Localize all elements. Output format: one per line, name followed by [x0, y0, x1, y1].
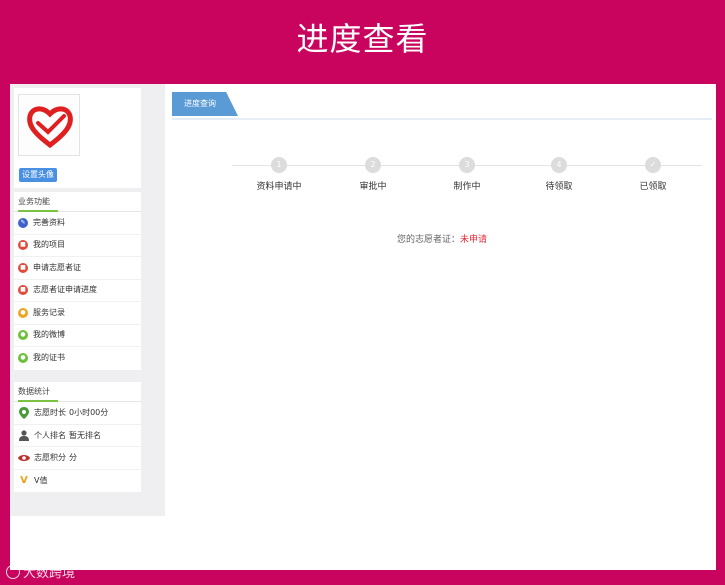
watermark-logo-icon — [6, 564, 20, 579]
status-value: 未申请 — [460, 235, 488, 245]
menu-item-label: 志愿者证申请进度 — [33, 285, 97, 295]
avatar — [18, 94, 80, 156]
stat-volunteer-hours: 志愿时长 0小时00分 — [14, 402, 141, 425]
progress-icon: ■ — [18, 285, 28, 296]
step-circle: 1 — [271, 157, 287, 173]
certificate-status: 您的志愿者证：未申请 — [172, 232, 712, 245]
step-circle: ✓ — [645, 157, 661, 173]
volunteer-heart-logo-icon — [27, 106, 73, 149]
step-3: 3 制作中 — [432, 156, 502, 192]
stat-value: 暂无排名 — [69, 430, 101, 440]
stat-value: 0小时00分 — [69, 408, 109, 418]
menu-item-apply-progress[interactable]: ■ 志愿者证申请进度 — [14, 280, 141, 302]
step-1: 1 资料申请中 — [244, 156, 314, 192]
step-5: ✓ 已领取 — [618, 156, 688, 192]
record-icon: ● — [18, 307, 28, 318]
stat-label: V值 — [34, 476, 48, 486]
status-label: 您的志愿者证： — [396, 235, 460, 245]
project-icon: ■ — [18, 240, 28, 251]
progress-steps: 1 资料申请中 2 审批中 3 制作中 4 待领取 ✓ 已领取 — [232, 156, 702, 196]
sidebar: 设置头像 业务功能 ✎ 完善资料 ■ 我的项目 ■ 申请志愿者证 ■ 志愿者证申… — [10, 84, 165, 516]
set-avatar-button[interactable]: 设置头像 — [19, 168, 57, 182]
menu-item-label: 我的微博 — [33, 330, 65, 340]
watermark-text: 大数跨境 — [23, 566, 76, 581]
step-label: 资料申请中 — [256, 182, 302, 192]
stat-v-value: V V值 — [14, 470, 141, 493]
business-panel-title: 业务功能 — [14, 192, 141, 212]
menu-item-profile[interactable]: ✎ 完善资料 — [14, 212, 141, 235]
stat-points: 志愿积分 分 — [14, 447, 141, 470]
content-frame: 设置头像 业务功能 ✎ 完善资料 ■ 我的项目 ■ 申请志愿者证 ■ 志愿者证申… — [10, 84, 716, 570]
step-circle: 3 — [459, 157, 475, 173]
step-label: 审批中 — [359, 182, 387, 192]
stat-label: 志愿积分 — [34, 453, 66, 463]
step-circle: 2 — [365, 157, 381, 173]
stat-label: 志愿时长 — [34, 408, 66, 418]
page-title: 进度查看 — [296, 20, 429, 58]
watermark: 大数跨境 — [6, 562, 75, 581]
menu-item-certificates[interactable]: ● 我的证书 — [14, 347, 141, 370]
menu-item-projects[interactable]: ■ 我的项目 — [14, 235, 141, 257]
main-content: 进度查询 1 资料申请中 2 审批中 3 制作中 4 待领取 ✓ 已领取 您的志… — [172, 84, 716, 570]
tab-progress-query[interactable]: 进度查询 — [172, 92, 238, 116]
menu-item-label: 服务记录 — [33, 307, 65, 317]
menu-item-label: 完善资料 — [33, 217, 65, 227]
stats-panel: 数据统计 志愿时长 0小时00分 个人排名 暂无排名 志愿积分 分 V V值 — [14, 382, 141, 492]
step-label: 制作中 — [453, 182, 481, 192]
menu-item-service-records[interactable]: ● 服务记录 — [14, 302, 141, 325]
weibo-icon: ● — [18, 330, 28, 341]
step-label: 已领取 — [639, 182, 667, 192]
menu-item-label: 我的项目 — [33, 240, 65, 250]
eye-icon — [18, 452, 30, 464]
menu-item-weibo[interactable]: ● 我的微博 — [14, 325, 141, 347]
step-2: 2 审批中 — [338, 156, 408, 192]
certificate-apply-icon: ■ — [18, 262, 28, 273]
location-pin-icon — [18, 406, 30, 419]
step-label: 待领取 — [545, 182, 573, 192]
step-4: 4 待领取 — [524, 156, 594, 192]
stats-panel-title: 数据统计 — [14, 382, 141, 402]
tab-bar: 进度查询 — [172, 92, 712, 120]
menu-item-apply-certificate[interactable]: ■ 申请志愿者证 — [14, 257, 141, 280]
stat-value: 分 — [69, 453, 77, 463]
stat-ranking: 个人排名 暂无排名 — [14, 425, 141, 447]
menu-item-label: 申请志愿者证 — [33, 262, 81, 272]
edit-icon: ✎ — [18, 217, 28, 228]
menu-item-label: 我的证书 — [33, 353, 65, 363]
person-icon — [18, 429, 30, 441]
stat-label: 个人排名 — [34, 430, 66, 440]
certificate-icon: ● — [18, 353, 28, 364]
v-icon: V — [20, 475, 28, 487]
step-circle: 4 — [551, 157, 567, 173]
avatar-card: 设置头像 — [14, 88, 141, 188]
business-panel: 业务功能 ✎ 完善资料 ■ 我的项目 ■ 申请志愿者证 ■ 志愿者证申请进度 ●… — [14, 192, 141, 370]
